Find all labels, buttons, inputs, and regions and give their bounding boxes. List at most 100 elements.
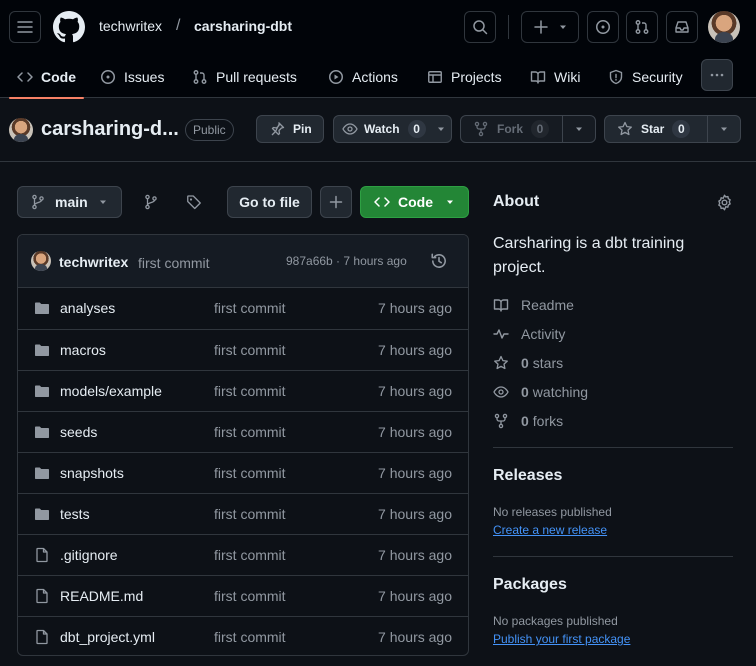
publish-package-link[interactable]: Publish your first package — [493, 632, 630, 646]
fork-count: 0 — [531, 120, 550, 138]
file-row[interactable]: .gitignore first commit 7 hours ago — [18, 534, 468, 575]
breadcrumb-owner[interactable]: techwritex — [99, 18, 162, 34]
file-row[interactable]: macros first commit 7 hours ago — [18, 329, 468, 370]
tab-code[interactable]: Code — [9, 56, 84, 99]
file-commit-message[interactable]: first commit — [214, 465, 286, 481]
forks-link[interactable]: 0 forks — [493, 411, 563, 431]
latest-commit-bar: techwritex first commit 987a66b · 7 hour… — [18, 235, 468, 288]
forks-label: forks — [532, 413, 564, 429]
file-row[interactable]: seeds first commit 7 hours ago — [18, 411, 468, 452]
file-commit-message[interactable]: first commit — [214, 547, 286, 563]
file-commit-message[interactable]: first commit — [214, 342, 286, 358]
watch-label: Watch — [364, 122, 400, 136]
menu-button[interactable] — [9, 11, 41, 43]
file-name-link[interactable]: models/example — [60, 383, 162, 399]
file-name-link[interactable]: seeds — [60, 424, 97, 440]
file-commit-message[interactable]: first commit — [214, 424, 286, 440]
file-name-link[interactable]: dbt_project.yml — [60, 629, 155, 645]
triangle-down-icon — [447, 200, 453, 204]
tab-issues[interactable]: Issues — [100, 56, 164, 98]
file-name-link[interactable]: analyses — [60, 300, 115, 316]
star-label: Star — [641, 122, 665, 136]
releases-heading[interactable]: Releases — [493, 467, 562, 485]
repo-forked-icon — [474, 121, 488, 137]
commit-author-avatar[interactable] — [31, 251, 51, 271]
repo-title-bar: carsharing-d... Public Pin Watch 0 Fork … — [0, 99, 756, 162]
tab-actions[interactable]: Actions — [328, 56, 398, 98]
file-name-link[interactable]: snapshots — [60, 465, 124, 481]
watching-label: watching — [532, 384, 589, 400]
file-row[interactable]: snapshots first commit 7 hours ago — [18, 452, 468, 493]
triangle-down-icon — [576, 127, 582, 131]
file-commit-message[interactable]: first commit — [214, 588, 286, 604]
tab-label: Wiki — [554, 69, 581, 85]
inbox-button[interactable] — [666, 11, 698, 43]
go-to-file-label: Go to file — [239, 194, 300, 210]
watch-button[interactable]: Watch 0 — [333, 115, 452, 143]
stars-link[interactable]: 0 stars — [493, 353, 563, 373]
owner-avatar[interactable] — [9, 118, 33, 142]
create-new-button[interactable] — [521, 11, 579, 43]
file-commit-message[interactable]: first commit — [214, 300, 286, 316]
tab-label: Security — [632, 69, 683, 85]
watching-link[interactable]: 0 watching — [493, 382, 588, 402]
hamburger-icon — [17, 21, 33, 33]
activity-link[interactable]: Activity — [493, 324, 565, 344]
github-logo[interactable] — [53, 11, 85, 43]
pull-requests-button[interactable] — [626, 11, 658, 43]
code-dropdown-button[interactable]: Code — [360, 186, 469, 218]
tab-wiki[interactable]: Wiki — [530, 56, 580, 98]
commit-message[interactable]: first commit — [138, 255, 210, 271]
file-row[interactable]: dbt_project.yml first commit 7 hours ago — [18, 616, 468, 655]
file-name-link[interactable]: .gitignore — [60, 547, 118, 563]
pin-button[interactable]: Pin — [256, 115, 324, 143]
branch-selector[interactable]: main — [17, 186, 122, 218]
edit-about-button[interactable] — [716, 194, 733, 211]
user-avatar[interactable] — [708, 11, 740, 43]
file-commit-date: 7 hours ago — [378, 547, 452, 563]
add-file-button[interactable] — [320, 186, 352, 218]
tab-pull-requests[interactable]: Pull requests — [192, 56, 297, 98]
search-button[interactable] — [464, 11, 496, 43]
readme-link[interactable]: Readme — [493, 295, 574, 315]
commit-author[interactable]: techwritex — [59, 254, 128, 270]
commit-meta[interactable]: 987a66b · 7 hours ago — [286, 254, 407, 268]
tags-button[interactable] — [177, 186, 211, 218]
file-commit-message[interactable]: first commit — [214, 629, 286, 645]
repo-name[interactable]: carsharing-d... — [41, 118, 179, 141]
file-row[interactable]: models/example first commit 7 hours ago — [18, 370, 468, 411]
file-commit-date: 7 hours ago — [378, 588, 452, 604]
tab-security[interactable]: Security — [608, 56, 683, 98]
file-row[interactable]: tests first commit 7 hours ago — [18, 493, 468, 534]
file-name-link[interactable]: macros — [60, 342, 106, 358]
file-icon — [34, 629, 50, 645]
packages-heading[interactable]: Packages — [493, 576, 567, 594]
more-tabs-button[interactable] — [701, 59, 733, 91]
packages-status: No packages published — [493, 614, 618, 628]
file-commit-date: 7 hours ago — [378, 506, 452, 522]
file-name-link[interactable]: tests — [60, 506, 90, 522]
stars-count: 0 — [521, 355, 529, 371]
sidebar-divider — [493, 556, 733, 557]
readme-label: Readme — [521, 297, 574, 313]
file-row[interactable]: analyses first commit 7 hours ago — [18, 288, 468, 329]
book-icon — [493, 299, 509, 312]
star-button[interactable]: Star 0 — [604, 115, 741, 143]
watching-count: 0 — [521, 384, 529, 400]
folder-icon — [34, 342, 50, 358]
history-button[interactable] — [430, 252, 448, 270]
file-commit-date: 7 hours ago — [378, 342, 452, 358]
branch-name: main — [55, 194, 88, 210]
go-to-file-button[interactable]: Go to file — [227, 186, 312, 218]
fork-button[interactable]: Fork 0 — [460, 115, 596, 143]
create-release-link[interactable]: Create a new release — [493, 523, 607, 537]
file-commit-message[interactable]: first commit — [214, 506, 286, 522]
branches-button[interactable] — [134, 186, 168, 218]
git-branch-icon — [145, 194, 157, 210]
tab-projects[interactable]: Projects — [427, 56, 502, 98]
breadcrumb-repo[interactable]: carsharing-dbt — [194, 18, 292, 34]
file-commit-message[interactable]: first commit — [214, 383, 286, 399]
issues-button[interactable] — [587, 11, 619, 43]
file-row[interactable]: README.md first commit 7 hours ago — [18, 575, 468, 616]
file-name-link[interactable]: README.md — [60, 588, 143, 604]
